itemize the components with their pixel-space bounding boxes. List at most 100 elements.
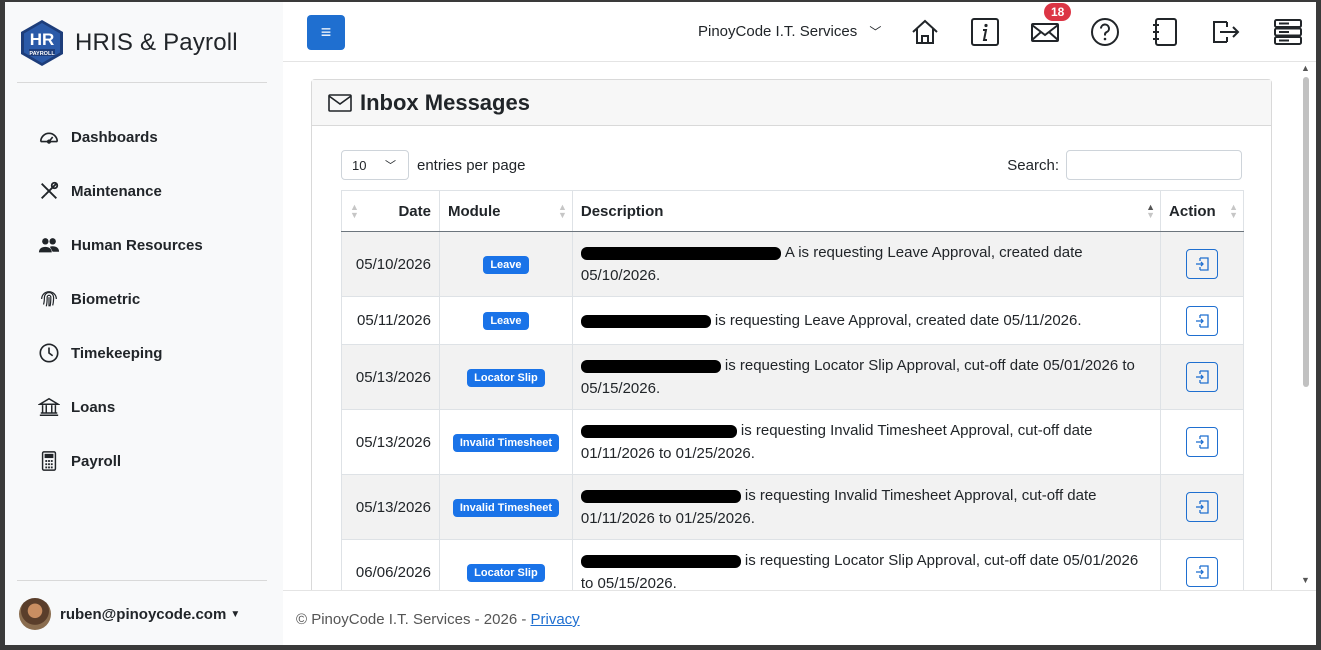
scrollbar-thumb[interactable] — [1303, 77, 1309, 387]
open-message-button[interactable] — [1186, 362, 1219, 392]
module-badge: Locator Slip — [467, 563, 545, 582]
module-badge: Leave — [483, 312, 529, 330]
search-label: Search: — [1007, 157, 1059, 174]
fingerprint-icon — [41, 291, 57, 307]
sidebar-item-label: Payroll — [71, 452, 122, 470]
module-badge: Locator Slip — [467, 368, 545, 387]
sort-icon: ▲ ▼ — [1229, 202, 1238, 220]
open-message-button[interactable] — [1186, 557, 1219, 587]
info-icon[interactable] — [970, 17, 1000, 47]
column-header-action[interactable]: Action ▲ ▼ — [1160, 190, 1244, 232]
menu-toggle-button[interactable]: ≡ — [307, 15, 345, 50]
scroll-up-icon[interactable]: ▲ — [1301, 63, 1310, 73]
table-row: 06/06/2026 Locator Slip is requesting Loca… — [341, 539, 1244, 590]
clock-icon — [39, 343, 59, 363]
open-message-button[interactable] — [1186, 305, 1219, 336]
row-date: 05/13/2026 — [341, 409, 440, 475]
row-module: Leave — [438, 231, 573, 297]
chevron-down-icon: ﹀ — [385, 160, 396, 172]
footer-text: © PinoyCode I.T. Services - 2026 - — [296, 611, 527, 628]
scroll-down-icon[interactable]: ▼ — [1301, 575, 1310, 585]
row-action — [1160, 409, 1244, 475]
brand[interactable]: HR PAYROLL HRIS & Payroll — [17, 18, 238, 68]
column-header-description[interactable]: Description ▲ ▼ — [571, 190, 1162, 232]
vertical-scrollbar[interactable]: ▲ ▼ — [1299, 63, 1313, 590]
notification-badge: 18 — [1044, 3, 1072, 21]
redacted-name — [580, 489, 741, 503]
sort-asc-icon: ▲ ▼ — [1146, 202, 1156, 220]
home-icon[interactable] — [910, 17, 940, 47]
table-row: 05/13/2026 Invalid Timesheet is requesting… — [341, 409, 1244, 475]
table-row: 05/10/2026 Leave A is requesting Leave App… — [341, 231, 1244, 297]
app-title: HRIS & Payroll — [75, 29, 238, 56]
box-arrow-in-icon — [1196, 313, 1209, 328]
company-selector[interactable]: PinoyCode I.T. Services ﹀ — [698, 23, 881, 40]
row-description: is requesting Invalid Timesheet Approval… — [571, 474, 1162, 540]
row-date: 05/13/2026 — [341, 344, 440, 410]
sidebar-item-dashboards[interactable]: Dashboards — [38, 110, 203, 164]
sidebar-item-human-resources[interactable]: Human Resources — [38, 218, 203, 272]
sidebar-item-label: Dashboards — [71, 128, 158, 146]
row-description: is requesting Locator Slip Approval, cut… — [571, 344, 1162, 410]
entries-label: entries per page — [417, 157, 526, 174]
sidebar-nav: Dashboards Maintenance Human Resources B… — [38, 110, 203, 488]
box-arrow-in-icon — [1196, 565, 1209, 579]
caret-down-icon: ▼ — [230, 608, 241, 620]
redacted-name — [580, 246, 781, 260]
row-description: A is requesting Leave Approval, created … — [571, 231, 1162, 297]
card-header: Inbox Messages — [312, 80, 1271, 126]
box-arrow-in-icon — [1196, 370, 1209, 384]
row-action — [1160, 474, 1244, 540]
user-menu[interactable]: ruben@pinoycode.com ▼ — [19, 598, 240, 630]
row-date: 05/13/2026 — [341, 474, 440, 540]
notebook-icon[interactable] — [1150, 17, 1180, 47]
bank-icon — [38, 397, 60, 416]
privacy-link[interactable]: Privacy — [531, 611, 580, 628]
help-icon[interactable] — [1090, 17, 1120, 47]
table-header-row: ▲ ▼ Date Module ▲ ▼ Description ▲ ▼ Actio — [341, 190, 1244, 232]
server-icon[interactable] — [1273, 17, 1303, 47]
hamburger-icon: ≡ — [320, 22, 332, 42]
redacted-name — [580, 314, 711, 328]
redacted-name — [580, 359, 721, 373]
module-badge: Invalid Timesheet — [452, 433, 559, 452]
user-email: ruben@pinoycode.com — [60, 605, 227, 623]
footer: © PinoyCode I.T. Services - 2026 - Priva… — [283, 590, 1316, 645]
topbar: ≡ PinoyCode I.T. Services ﹀ 18 — [283, 2, 1316, 62]
sidebar-item-biometric[interactable]: Biometric — [38, 272, 203, 326]
search-input[interactable] — [1066, 150, 1242, 180]
sidebar-item-loans[interactable]: Loans — [38, 380, 203, 434]
page-size-select[interactable]: 10 ﹀ — [341, 150, 409, 180]
row-action — [1160, 539, 1244, 590]
tools-icon — [41, 181, 59, 199]
logo-text: HR — [30, 30, 55, 49]
company-name: PinoyCode I.T. Services — [698, 23, 858, 40]
sidebar-item-maintenance[interactable]: Maintenance — [38, 164, 203, 218]
row-date: 05/10/2026 — [341, 231, 440, 297]
sidebar-item-timekeeping[interactable]: Timekeeping — [38, 326, 203, 380]
sidebar: HR PAYROLL HRIS & Payroll Dashboards Mai… — [5, 2, 283, 645]
inbox-card: Inbox Messages 10 ﹀ entries per page Sea… — [311, 79, 1272, 590]
column-header-module[interactable]: Module ▲ ▼ — [438, 190, 573, 232]
row-module: Locator Slip — [438, 344, 573, 410]
column-header-date[interactable]: ▲ ▼ Date — [341, 190, 440, 232]
open-message-button[interactable] — [1186, 492, 1219, 522]
sidebar-item-payroll[interactable]: Payroll — [38, 434, 203, 488]
open-message-button[interactable] — [1186, 249, 1219, 279]
envelope-icon[interactable] — [1030, 17, 1060, 47]
sort-icon: ▲ ▼ — [557, 202, 567, 220]
people-icon — [38, 238, 60, 253]
open-message-button[interactable] — [1186, 427, 1219, 457]
row-description: is requesting Leave Approval, created da… — [571, 296, 1162, 345]
logout-icon[interactable] — [1210, 17, 1240, 47]
table-controls: 10 ﹀ entries per page Search: — [341, 150, 1242, 182]
sidebar-item-label: Human Resources — [71, 236, 203, 254]
row-module: Leave — [438, 296, 573, 345]
row-date: 06/06/2026 — [341, 539, 440, 590]
row-description: is requesting Invalid Timesheet Approval… — [571, 409, 1162, 475]
module-badge: Invalid Timesheet — [452, 498, 559, 517]
logo-subtext: PAYROLL — [29, 51, 55, 57]
sidebar-divider-top — [17, 82, 267, 83]
redacted-name — [580, 554, 741, 568]
table-row: 05/13/2026 Invalid Timesheet is requesting… — [341, 474, 1244, 540]
